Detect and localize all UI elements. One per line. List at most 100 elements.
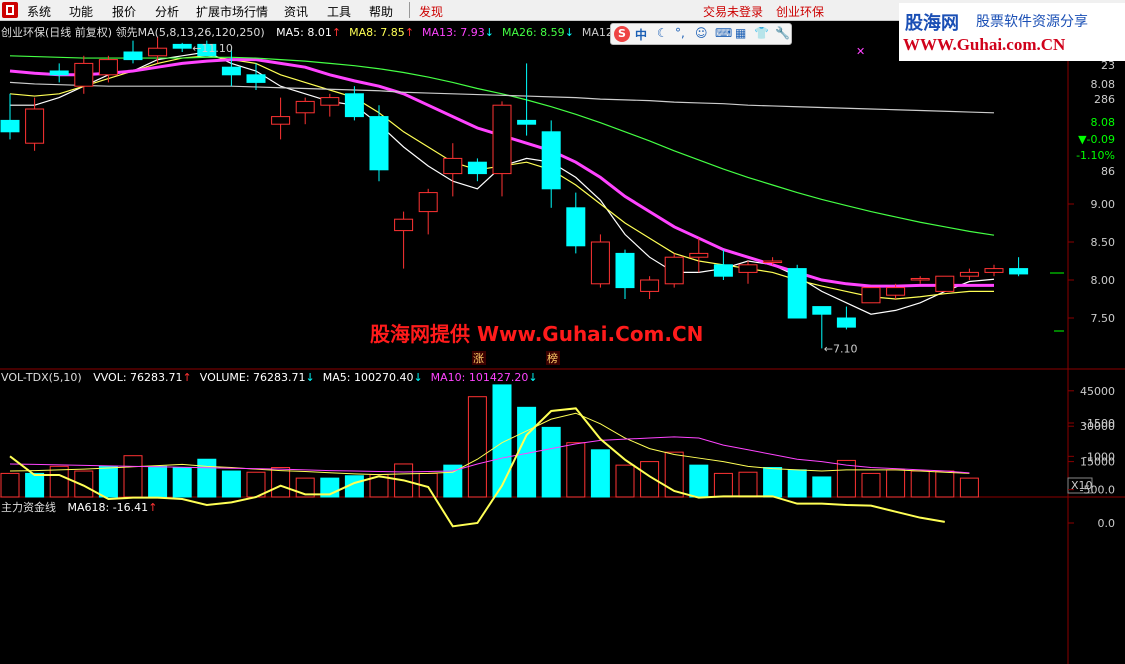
- candle-body: [369, 116, 389, 171]
- volume-bar: [443, 464, 463, 498]
- candle-body: [98, 59, 118, 76]
- menu-discover[interactable]: 发现: [419, 3, 443, 20]
- candle-body: [517, 119, 537, 125]
- menu-extended-market[interactable]: 扩展市场行情: [196, 3, 268, 20]
- candle-body: [394, 218, 414, 232]
- candle-body: [713, 264, 733, 277]
- x-marker: ✕: [856, 45, 865, 58]
- candle-body: [861, 287, 881, 304]
- candle-body: [344, 93, 364, 118]
- quote-stat: 8.08: [1091, 78, 1116, 91]
- watermark-slogan: 股票软件资源分享: [976, 14, 1088, 30]
- keyboard-icon[interactable]: ⌨: [715, 26, 732, 40]
- volume-bar: [123, 455, 143, 498]
- price-panel-header: 创业环保(日线 前复权) 领先MA(5,8,13,26,120,250) MA5…: [1, 24, 634, 40]
- quote-stat: 8.08: [1091, 116, 1116, 129]
- volume-bar: [861, 472, 881, 498]
- volume-bar: [959, 477, 979, 498]
- arrow-up-icon: ↑: [404, 26, 415, 39]
- menu-function[interactable]: 功能: [69, 3, 93, 20]
- quote-stat: -1.10%: [1076, 149, 1115, 162]
- trade-status-link[interactable]: 交易未登录: [703, 3, 763, 20]
- indicator-value: VOLUME: 76283.71: [199, 371, 306, 384]
- menu-news[interactable]: 资讯: [284, 3, 308, 20]
- indicator-value: MA5: 8.01: [276, 26, 332, 39]
- volume-tick-label: 45000: [1080, 385, 1115, 398]
- volume-bar: [713, 472, 733, 498]
- quote-stat: ▼-0.09: [1078, 133, 1115, 146]
- candle-body: [615, 252, 635, 289]
- menu-help[interactable]: 帮助: [369, 3, 393, 20]
- candle-body: [738, 264, 758, 273]
- candle-body: [886, 287, 906, 296]
- watermark-brand: 股海网: [905, 13, 959, 34]
- arrow-down-icon: ↓: [564, 26, 574, 39]
- indicator-value: MA10: 101427.20: [430, 371, 529, 384]
- candle-body: [0, 119, 20, 133]
- candle-body: [763, 260, 783, 263]
- sogou-logo-icon[interactable]: S: [614, 26, 630, 42]
- shirt-icon[interactable]: 👕: [754, 26, 769, 40]
- volume-bar: [910, 470, 930, 498]
- event-tag: 涨: [473, 352, 484, 365]
- fund-panel-header: 主力资金线 MA618: -16.41↑: [1, 499, 157, 515]
- grid-icon[interactable]: ▦: [735, 26, 746, 40]
- menu-analysis[interactable]: 分析: [155, 3, 179, 20]
- vol-ma-line-ma5: [9, 412, 970, 476]
- ime-mode-indicator[interactable]: 中: [635, 26, 647, 43]
- volume-bar: [566, 442, 586, 498]
- watermark-center-text: 股海网提供 Www.Guhai.Com.CN: [370, 322, 704, 346]
- arrow-down-icon: ↓: [484, 26, 494, 39]
- volume-bar: [541, 426, 561, 498]
- volume-bar: [590, 449, 610, 498]
- arrow-up-icon: ↑: [331, 26, 342, 39]
- quote-stat: 286: [1094, 93, 1115, 106]
- volume-bar: [812, 476, 832, 498]
- candle-body: [295, 100, 315, 114]
- volume-bar: [98, 465, 118, 498]
- candle-body: [959, 271, 979, 277]
- candle-body: [221, 66, 241, 76]
- indicator-value: MA8: 7.85: [349, 26, 405, 39]
- smile-icon[interactable]: ☺: [695, 26, 708, 40]
- indicator-value: VVOL: 76283.71: [93, 371, 183, 384]
- price-tick-label: 8.00: [1091, 274, 1116, 287]
- candle-body: [492, 104, 512, 175]
- stock-name-link[interactable]: 创业环保: [776, 3, 824, 20]
- candle-body: [123, 51, 143, 61]
- candle-body: [172, 43, 192, 49]
- candle-body: [541, 131, 561, 190]
- watermark-url: WWW.Guhai.com.CN: [903, 35, 1066, 54]
- volume-bar: [25, 472, 45, 498]
- candle-body: [640, 279, 660, 292]
- fund-tick-label: 0.0: [1098, 517, 1116, 530]
- candle-body: [664, 256, 684, 285]
- volume-title: VOL-TDX(5,10): [1, 371, 82, 384]
- volume-bar: [492, 384, 512, 498]
- menu-tools[interactable]: 工具: [327, 3, 351, 20]
- volume-bar: [787, 469, 807, 498]
- volume-ma-lines: [9, 412, 970, 476]
- menu-quote[interactable]: 报价: [112, 3, 136, 20]
- volume-bar: [689, 464, 709, 498]
- price-tick-label: 8.50: [1091, 236, 1116, 249]
- moon-icon[interactable]: ☾: [657, 26, 668, 40]
- ime-toolbar[interactable]: S 中 ☾ °, ☺ ⌨ ▦ 👕 🔧: [610, 23, 792, 45]
- high-price-label: ←11.10: [192, 42, 233, 55]
- candle-body: [418, 192, 438, 213]
- candle-body: [246, 74, 266, 83]
- candle-body: [467, 161, 487, 175]
- volume-bar: [49, 465, 69, 498]
- wrench-icon[interactable]: 🔧: [775, 26, 790, 40]
- volume-bar: [615, 464, 635, 498]
- candle-body: [836, 317, 856, 328]
- menu-system[interactable]: 系统: [27, 3, 51, 20]
- candle-body: [443, 157, 463, 175]
- fund-tick-label: -1500: [1083, 417, 1115, 430]
- app-logo-icon[interactable]: [2, 2, 18, 18]
- punctuation-icon[interactable]: °,: [675, 26, 685, 40]
- volume-bar: [197, 458, 217, 498]
- candle-body: [787, 268, 807, 319]
- candle-body: [1009, 268, 1029, 275]
- candle-body: [148, 47, 168, 57]
